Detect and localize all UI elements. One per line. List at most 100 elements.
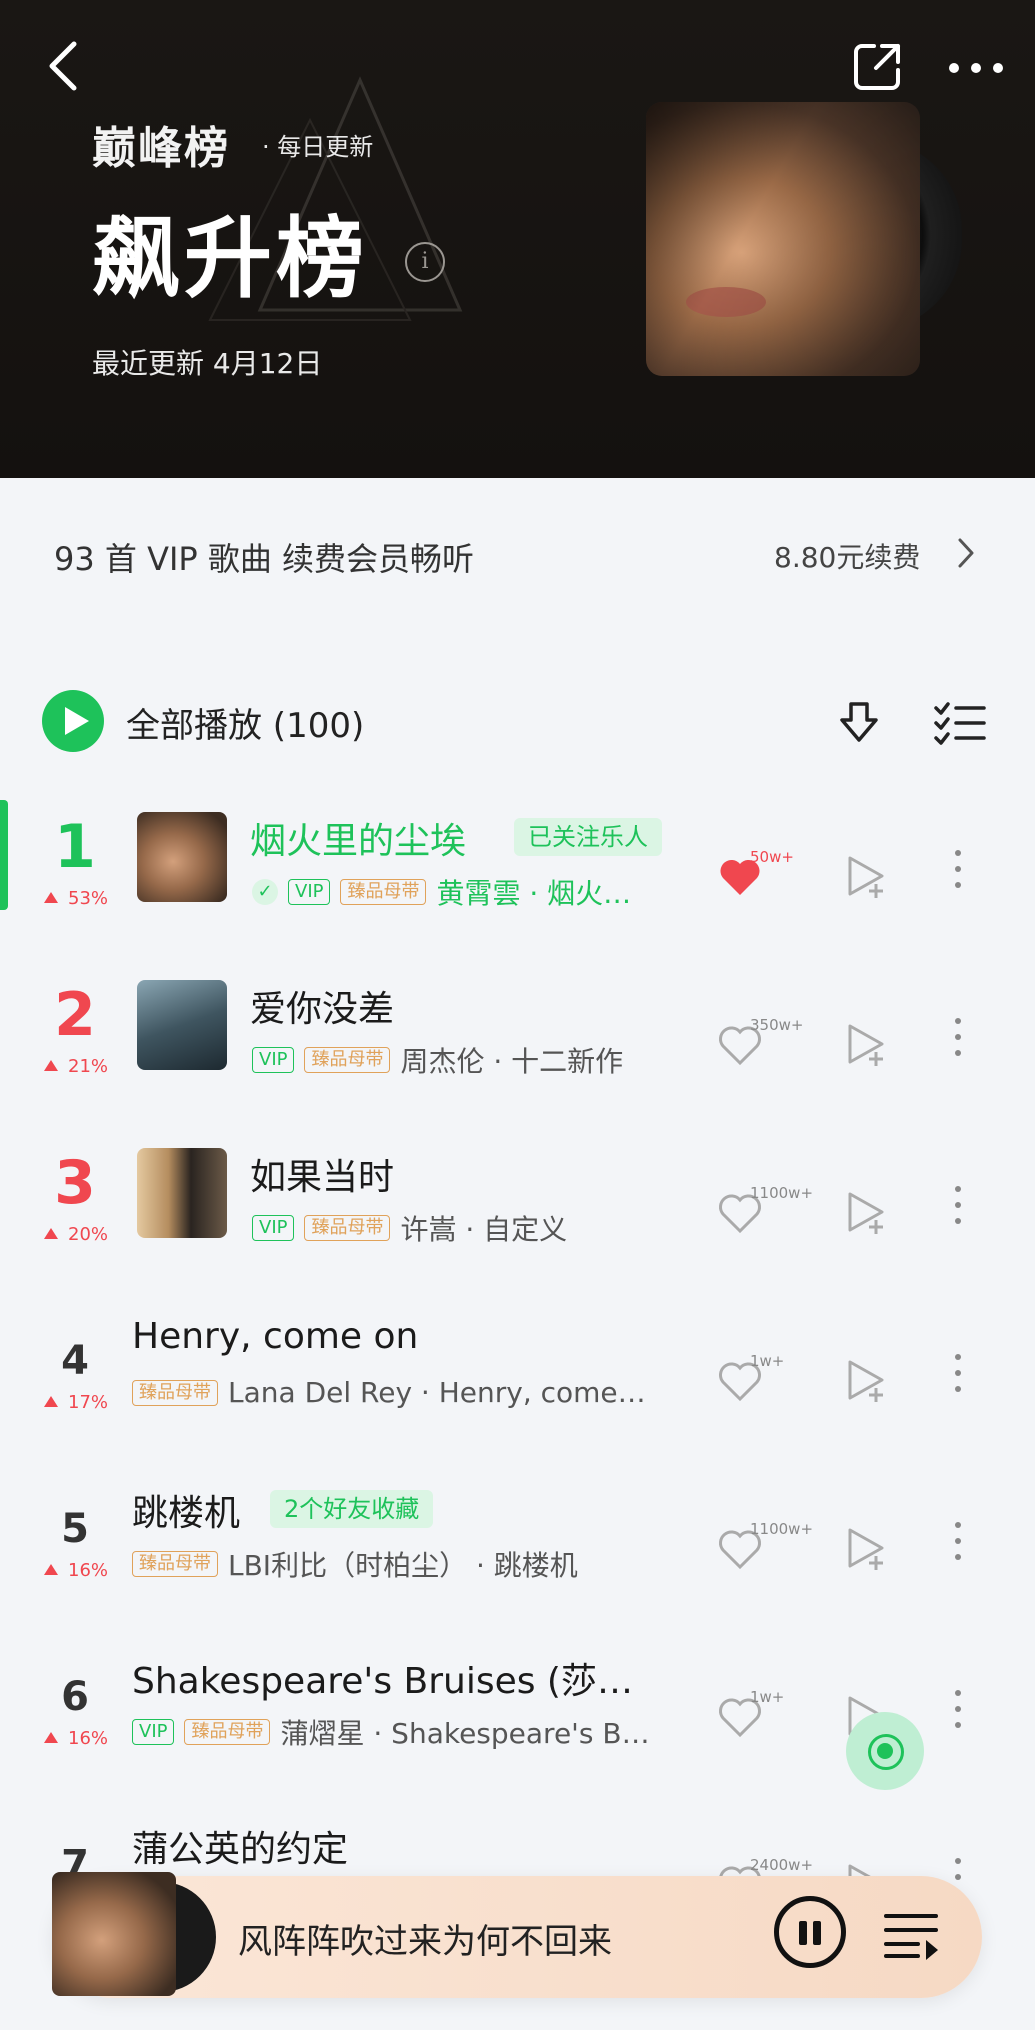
share-icon[interactable] [852,40,904,92]
rank-number: 5 [61,1506,89,1552]
vip-banner-text: 93 首 VIP 歌曲 续费会员畅听 [54,540,475,578]
song-thumbnail[interactable] [137,1148,227,1238]
trend-up-indicator: 16% [44,1728,108,1749]
song-row[interactable]: 4 17% Henry, come on 臻品母带 Lana Del Rey ·… [0,1304,1035,1472]
song-title[interactable]: 跳楼机 [132,1484,240,1536]
song-title[interactable]: 如果当时 [250,1148,394,1200]
artist-album: LBI利比（时柏尘） · 跳楼机 [228,1549,578,1582]
rank-number: 2 [54,980,96,1050]
song-row[interactable]: 3 20% 如果当时 VIP 臻品母带 许嵩 · 自定义 1100w+ [0,1136,1035,1304]
favorite-count: 350w+ [750,1016,804,1034]
locate-icon[interactable] [846,1712,924,1790]
rank-number: 4 [61,1338,89,1384]
more-icon[interactable] [946,50,1006,86]
master-tape-badge: 臻品母带 [132,1379,218,1406]
play-icon[interactable] [42,690,104,752]
song-row[interactable]: 2 21% 爱你没差 VIP 臻品母带 周杰伦 · 十二新作 350w+ [0,968,1035,1136]
song-meta: VIP 臻品母带 蒲熠星 · Shakespeare's B… [132,1712,702,1752]
song-meta: VIP 臻品母带 许嵩 · 自定义 [252,1208,692,1248]
add-to-playlist-icon[interactable] [844,1526,890,1572]
favorite-count: 2400w+ [750,1856,814,1874]
vip-badge: VIP [288,879,331,905]
vip-badge: VIP [252,1215,295,1241]
song-meta: 臻品母带 Lana Del Rey · Henry, come… [132,1376,692,1409]
add-to-playlist-icon[interactable] [844,1022,890,1068]
rank-number: 6 [61,1674,89,1720]
multi-select-icon[interactable] [934,700,986,746]
more-vertical-icon[interactable] [948,1018,968,1068]
more-vertical-icon[interactable] [948,1522,968,1572]
favorite-count: 1100w+ [750,1184,814,1202]
favorite-count: 1w+ [750,1352,785,1370]
song-thumbnail[interactable] [137,980,227,1070]
album-cover[interactable] [646,102,920,376]
master-tape-badge: 臻品母带 [304,1215,391,1241]
up-arrow-icon [44,1396,58,1407]
now-playing-title[interactable]: 风阵阵吹过来为何不回来 [238,1914,612,1963]
song-thumbnail[interactable] [137,812,227,902]
master-tape-badge: 臻品母带 [340,879,427,905]
vip-badge: VIP [252,1047,295,1073]
song-title[interactable]: 蒲公英的约定 [132,1820,348,1872]
more-vertical-icon[interactable] [948,1354,968,1404]
favorite-count: 1w+ [750,1688,785,1706]
downloaded-check-icon: ✓ [252,879,278,905]
more-vertical-icon[interactable] [948,850,968,900]
player-album-art[interactable] [52,1872,176,1996]
more-vertical-icon[interactable] [948,1690,968,1740]
song-title[interactable]: 烟火里的尘埃 [250,812,466,864]
add-to-playlist-icon[interactable] [844,1190,890,1236]
back-icon[interactable] [40,36,90,96]
trend-up-indicator: 17% [44,1392,108,1413]
now-playing-indicator [0,800,8,910]
mini-player[interactable]: 风阵阵吹过来为何不回来 [52,1872,982,1998]
master-tape-badge: 臻品母带 [132,1551,218,1577]
vip-badge: VIP [132,1719,175,1745]
song-title[interactable]: Henry, come on [132,1316,418,1357]
daily-update-label: · 每日更新 [262,133,374,161]
download-icon[interactable] [834,698,884,748]
up-arrow-icon [44,1732,58,1743]
favorite-count: 1100w+ [750,1520,814,1538]
artist-album: 黄霄雲 · 烟火… [436,877,632,910]
song-meta: ✓ VIP 臻品母带 黄霄雲 · 烟火… [252,872,692,912]
artist-album: 周杰伦 · 十二新作 [400,1045,624,1078]
up-arrow-icon [44,1060,58,1071]
artist-album: 许嵩 · 自定义 [400,1213,568,1246]
master-tape-badge: 臻品母带 [304,1047,391,1073]
artist-album: Lana Del Rey · Henry, come… [228,1376,646,1409]
favorite-count: 50w+ [750,848,794,866]
add-to-playlist-icon[interactable] [844,1358,890,1404]
play-all-button[interactable]: 全部播放 (100) [126,698,364,747]
chevron-right-icon [958,538,974,568]
song-row[interactable]: 5 16% 跳楼机 2个好友收藏 臻品母带 LBI利比（时柏尘） · 跳楼机 1… [0,1472,1035,1640]
trend-up-indicator: 53% [44,888,108,909]
up-arrow-icon [44,1564,58,1575]
song-title[interactable]: 爱你没差 [250,980,394,1032]
renew-button[interactable]: 8.80元续费 [774,536,920,576]
song-row[interactable]: 1 53% 烟火里的尘埃 已关注乐人 ✓ VIP 臻品母带 黄霄雲 · 烟火… … [0,800,1035,968]
add-to-playlist-icon[interactable] [844,854,890,900]
up-arrow-icon [44,1228,58,1239]
info-icon[interactable]: i [405,242,445,282]
followed-artist-tag: 已关注乐人 [514,818,662,856]
song-meta: 臻品母带 LBI利比（时柏尘） · 跳楼机 [132,1544,692,1584]
song-meta: VIP 臻品母带 周杰伦 · 十二新作 [252,1040,692,1080]
song-title[interactable]: Shakespeare's Bruises (莎… [132,1652,633,1704]
vip-banner[interactable]: 93 首 VIP 歌曲 续费会员畅听 8.80元续费 [0,478,1035,638]
trend-up-indicator: 21% [44,1056,108,1077]
master-tape-badge: 臻品母带 [184,1719,271,1745]
friends-favorited-tag: 2个好友收藏 [270,1490,434,1528]
update-date: 最近更新 4月12日 [92,347,323,380]
rank-number: 3 [54,1148,96,1218]
playlist-icon[interactable] [882,1904,942,1964]
chart-header: 巅峰榜 · 每日更新 飙升榜 i 最近更新 4月12日 [0,0,1035,478]
more-vertical-icon[interactable] [948,1186,968,1236]
trend-up-indicator: 16% [44,1560,108,1581]
brand-title: 巅峰榜 [92,123,230,174]
pause-icon[interactable] [774,1896,846,1968]
page-title: 飙升榜 [92,207,369,310]
up-arrow-icon [44,892,58,903]
trend-up-indicator: 20% [44,1224,108,1245]
artist-album: 蒲熠星 · Shakespeare's B… [280,1717,650,1750]
